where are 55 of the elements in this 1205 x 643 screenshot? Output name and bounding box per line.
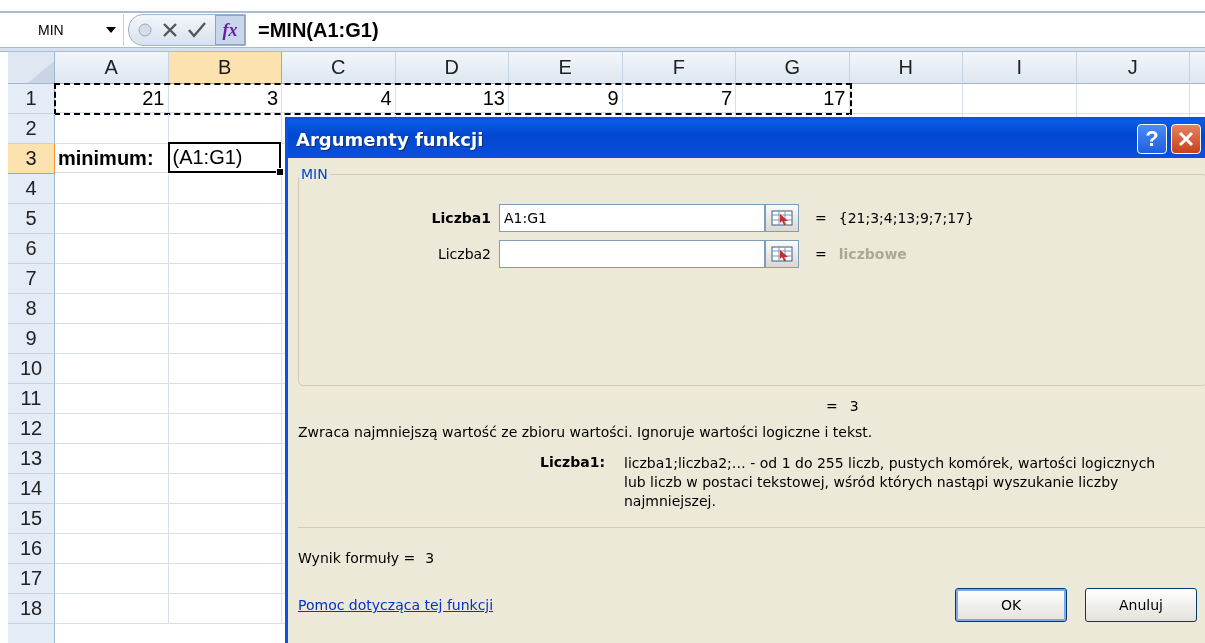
column-header[interactable]: F (622, 52, 736, 84)
insert-function-button[interactable]: fx (215, 15, 245, 45)
formula-field[interactable]: =MIN(A1:G1) (258, 18, 1205, 42)
range-select-icon (771, 246, 793, 262)
column-header[interactable]: C (282, 52, 396, 84)
equals-sign: = (815, 210, 827, 226)
range-select-button[interactable] (765, 204, 799, 232)
column-header[interactable]: J (1076, 52, 1190, 84)
table-cell: 21 (55, 84, 169, 113)
function-description: Zwraca najmniejszą wartość ze zbioru wartości. Ignoruje wartości logiczne i tekst. (298, 424, 874, 440)
help-button[interactable]: ? (1137, 124, 1167, 154)
range-select-button[interactable] (765, 240, 799, 268)
formula-result-value: 3 (425, 550, 435, 566)
name-box[interactable]: MIN (28, 14, 124, 46)
formula-result-label: Wynik formuły = (298, 550, 416, 566)
dropdown-arrow-icon[interactable] (106, 27, 116, 33)
circle-icon (137, 22, 153, 38)
argument-help-label: Liczba1: (540, 454, 606, 472)
equals-sign: = (815, 246, 827, 262)
argument-label: Liczba1 (430, 210, 491, 226)
cancel-icon[interactable] (161, 21, 179, 39)
close-button[interactable] (1171, 124, 1201, 154)
argument-label: Liczba2 (436, 246, 491, 262)
column-header[interactable]: D (395, 52, 509, 84)
active-cell[interactable]: (A1:G1) (167, 142, 281, 173)
close-icon (1177, 130, 1195, 148)
cancel-button[interactable]: Anuluj (1085, 588, 1197, 622)
column-header[interactable]: E (509, 52, 623, 84)
triangle-icon (28, 61, 54, 83)
column-header[interactable]: G (736, 52, 850, 84)
function-result: 3 (849, 398, 859, 414)
argument-result: {21;3;4;13;9;7;17} (838, 210, 974, 226)
ok-button[interactable]: OK (955, 588, 1067, 622)
row-header[interactable]: 3 (8, 144, 55, 174)
equals-sign: = (826, 398, 838, 414)
table-cell: 4 (282, 84, 396, 113)
window-title: Argumenty funkcji (296, 128, 485, 150)
help-link[interactable]: Pomoc dotycząca tej funkcji (298, 597, 494, 613)
column-header[interactable]: H (849, 52, 963, 84)
argument-result: liczbowe (838, 246, 907, 262)
row-header[interactable]: 2 (8, 114, 55, 144)
range-select-icon (771, 210, 793, 226)
check-icon[interactable] (187, 21, 207, 39)
group-label: MIN (300, 166, 329, 182)
column-header[interactable]: B (168, 52, 282, 84)
table-cell: 7 (622, 84, 736, 113)
argument-field[interactable] (499, 240, 765, 268)
table-cell: 9 (509, 84, 623, 113)
table-cell: 3 (168, 84, 282, 113)
argument-help-text: liczba1;liczba2;… - od 1 do 255 liczb, pustych komórek, wartości logicznych lub liczb w postaci tekstowej, wśród których nastąpi wyszukanie liczby najmniejszej. (624, 454, 1157, 511)
table-cell: 13 (395, 84, 509, 113)
column-header[interactable]: I (963, 52, 1077, 84)
argument-field[interactable]: A1:G1 (499, 204, 765, 232)
table-cell: 17 (736, 84, 850, 113)
column-header[interactable]: A (55, 52, 169, 84)
